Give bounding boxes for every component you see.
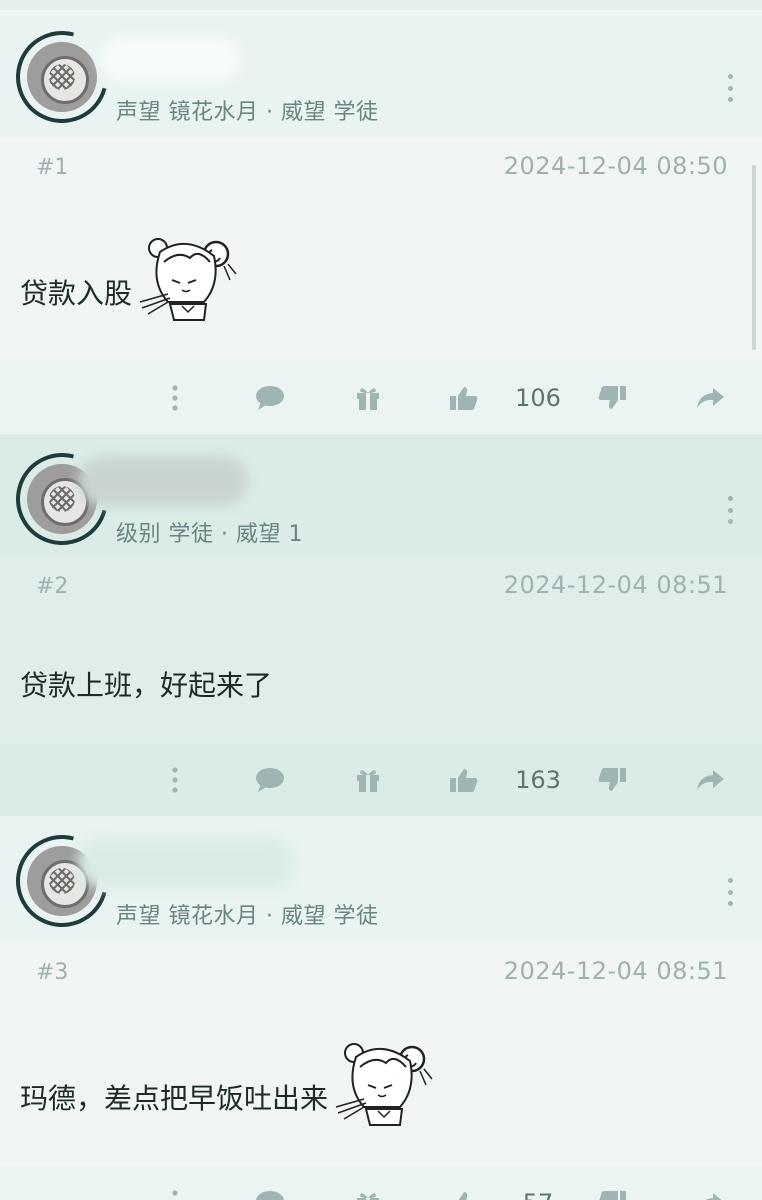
user-meta: 级别 学徒 · 威望 1 <box>116 522 303 547</box>
like-count: 57 <box>508 1167 568 1200</box>
post-number: #3 <box>36 960 69 985</box>
like-count: 106 <box>515 384 561 412</box>
post-body: 贷款入股 <box>20 232 238 322</box>
post-actions: 163 <box>0 744 762 816</box>
post-3: 声望 镜花水月 · 威望 学徒 #3 2024-12-04 08:51 玛德，差… <box>0 816 762 1200</box>
post-2: 级别 学徒 · 威望 1 #2 2024-12-04 08:51 贷款上班，好起… <box>0 434 762 816</box>
post-body: 贷款上班，好起来了 <box>20 664 272 704</box>
share-icon[interactable] <box>692 744 728 816</box>
thumbs-down-icon[interactable] <box>594 362 630 434</box>
more-options-icon[interactable] <box>726 74 734 102</box>
gift-icon[interactable] <box>350 1167 386 1200</box>
comment-icon[interactable] <box>250 1167 290 1200</box>
post-1: 声望 镜花水月 · 威望 学徒 #1 2024-12-04 08:50 贷款入股 <box>0 12 762 434</box>
thumbs-down-icon[interactable] <box>594 744 630 816</box>
post-header: 级别 学徒 · 威望 1 <box>0 434 762 562</box>
share-icon[interactable] <box>692 1167 728 1200</box>
scrollbar[interactable] <box>752 165 756 350</box>
comment-icon[interactable] <box>250 744 290 816</box>
post-text: 玛德，差点把早饭吐出来 <box>20 1082 329 1115</box>
post-content: #3 2024-12-04 08:51 玛德，差点把早饭吐出来 <box>0 942 762 1167</box>
user-meta: 声望 镜花水月 · 威望 学徒 <box>116 904 379 929</box>
gift-icon[interactable] <box>350 744 386 816</box>
diving-helmet-icon <box>27 42 97 112</box>
more-options-icon[interactable] <box>726 496 734 524</box>
like-count: 163 <box>515 766 561 794</box>
more-actions-icon[interactable] <box>160 1167 190 1200</box>
thumbs-down-icon[interactable] <box>594 1167 630 1200</box>
previous-post-edge <box>0 0 762 12</box>
post-actions: 106 <box>0 362 762 434</box>
post-number: #2 <box>36 574 69 599</box>
post-actions: 57 <box>0 1167 762 1200</box>
post-body: 玛德，差点把早饭吐出来 <box>20 1037 434 1127</box>
more-actions-icon[interactable] <box>160 362 190 434</box>
post-timestamp: 2024-12-04 08:51 <box>503 957 728 985</box>
share-icon[interactable] <box>692 362 728 434</box>
more-actions-icon[interactable] <box>160 744 190 816</box>
anime-girl-sticker <box>334 1037 434 1127</box>
more-options-icon[interactable] <box>726 878 734 906</box>
thumbs-up-icon[interactable] <box>446 362 482 434</box>
username-blurred[interactable] <box>100 37 240 82</box>
thumbs-up-icon[interactable] <box>446 744 482 816</box>
user-avatar[interactable] <box>0 14 125 140</box>
username-blurred[interactable] <box>78 456 248 506</box>
post-content: #1 2024-12-04 08:50 贷款入股 <box>0 137 762 362</box>
post-header: 声望 镜花水月 · 威望 学徒 <box>0 12 762 140</box>
post-timestamp: 2024-12-04 08:50 <box>503 152 728 180</box>
post-text: 贷款上班，好起来了 <box>20 669 273 702</box>
anime-girl-sticker <box>138 232 238 322</box>
comment-icon[interactable] <box>250 362 290 434</box>
post-timestamp: 2024-12-04 08:51 <box>503 571 728 599</box>
post-text: 贷款入股 <box>20 277 133 310</box>
post-number: #1 <box>36 155 69 180</box>
post-header: 声望 镜花水月 · 威望 学徒 <box>0 816 762 944</box>
post-content: #2 2024-12-04 08:51 贷款上班，好起来了 <box>0 556 762 744</box>
gift-icon[interactable] <box>350 362 386 434</box>
username-blurred[interactable] <box>78 838 293 888</box>
thumbs-up-icon[interactable] <box>446 1167 482 1200</box>
user-meta: 声望 镜花水月 · 威望 学徒 <box>116 100 379 125</box>
